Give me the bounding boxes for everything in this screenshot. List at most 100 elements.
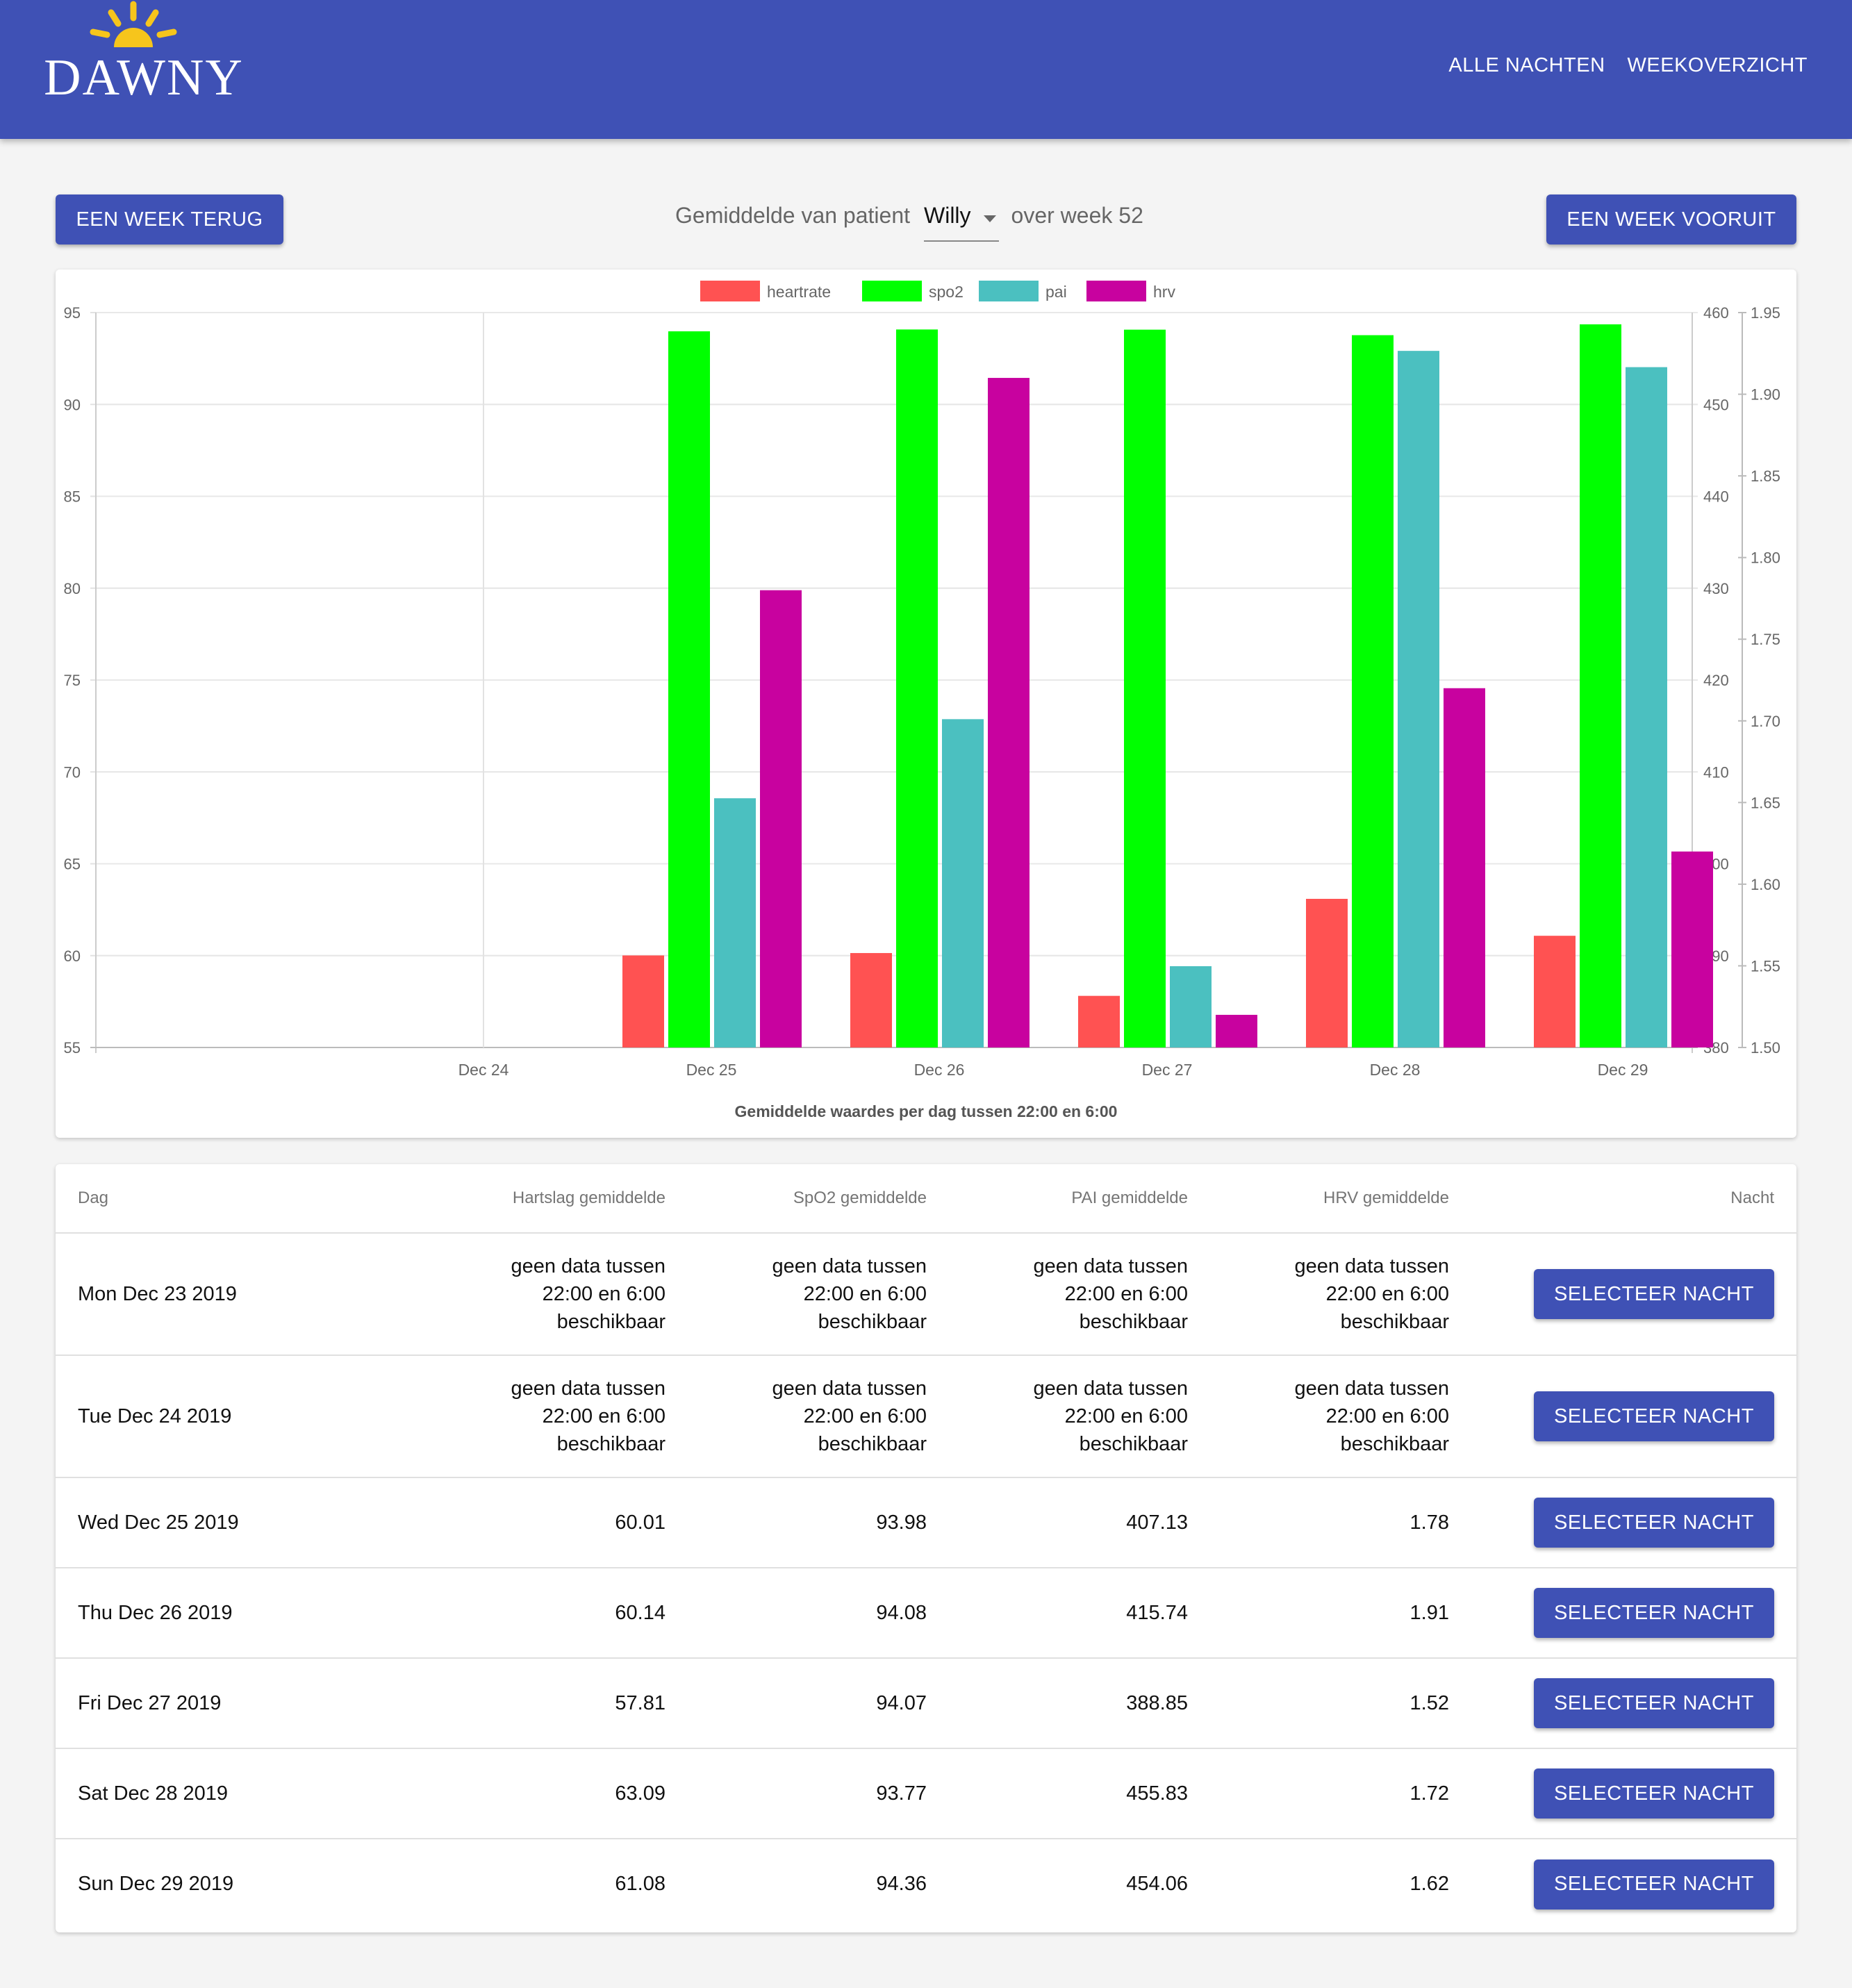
nav-weekoverzicht[interactable]: WEEKOVERZICHT xyxy=(1628,54,1808,77)
bar-hrv xyxy=(988,378,1030,1047)
main-nav: ALLE NACHTEN WEEKOVERZICHT xyxy=(1448,54,1808,77)
select-night-button[interactable]: SELECTEER NACHT xyxy=(1534,1859,1774,1910)
row-spo2: 94.07 xyxy=(665,1658,927,1749)
row-action: SELECTEER NACHT xyxy=(1449,1568,1796,1659)
row-spo2: 94.08 xyxy=(665,1568,927,1659)
legend-label-pai: pai xyxy=(1045,283,1067,301)
patient-select-value: Willy xyxy=(924,203,971,228)
table-header-row: Dag Hartslag gemiddelde SpO2 gemiddelde … xyxy=(56,1164,1796,1234)
bar-heartrate xyxy=(1078,995,1120,1047)
legend-swatch-spo2 xyxy=(862,281,922,301)
legend-swatch-pai xyxy=(979,281,1039,301)
nodata-line: 22:00 en 6:00 xyxy=(803,1283,927,1305)
header-spo2: SpO2 gemiddelde xyxy=(665,1164,927,1234)
x-tick-label: Dec 27 xyxy=(1142,1061,1193,1079)
bar-pai xyxy=(714,798,756,1047)
y-left-tick: 65 xyxy=(64,856,81,873)
bar-pai xyxy=(942,719,984,1047)
y-left-tick: 75 xyxy=(64,672,81,689)
nodata-line: geen data tussen xyxy=(1294,1255,1449,1277)
x-tick-label: Dec 29 xyxy=(1598,1061,1648,1079)
bar-spo2 xyxy=(896,329,938,1047)
select-night-button[interactable]: SELECTEER NACHT xyxy=(1534,1391,1774,1441)
row-hr-nodata: geen data tussen 22:00 en 6:00 beschikbaar xyxy=(382,1233,665,1356)
row-pai: 388.85 xyxy=(927,1658,1188,1749)
row-hr: 61.08 xyxy=(615,1873,665,1895)
legend-label-hrv: hrv xyxy=(1153,283,1175,301)
nights-table-card: Dag Hartslag gemiddelde SpO2 gemiddelde … xyxy=(56,1164,1796,1932)
row-pai: 454.06 xyxy=(1126,1873,1188,1895)
row-pai-nodata: geen data tussen 22:00 en 6:00 beschikbaar xyxy=(927,1355,1188,1478)
chart-title: Gemiddelde waardes per dag tussen 22:00 … xyxy=(735,1102,1118,1120)
y-right2-tick: 1.75 xyxy=(1751,631,1780,648)
logo[interactable]: DAWNY xyxy=(43,0,251,111)
y-right2-tick: 1.80 xyxy=(1751,549,1780,567)
bar-pai xyxy=(1626,367,1667,1047)
y-right2-tick: 1.70 xyxy=(1751,713,1780,730)
week-forward-button[interactable]: EEN WEEK VOORUIT xyxy=(1546,194,1796,245)
logo-text: DAWNY xyxy=(44,49,244,106)
nodata-line: beschikbaar xyxy=(818,1433,927,1455)
row-hrv-nodata: geen data tussen 22:00 en 6:00 beschikbaar xyxy=(1188,1355,1449,1478)
row-hrv: 1.52 xyxy=(1188,1658,1449,1749)
bar-hrv xyxy=(760,590,802,1047)
week-back-button[interactable]: EEN WEEK TERUG xyxy=(56,194,283,245)
select-night-button[interactable]: SELECTEER NACHT xyxy=(1534,1769,1774,1819)
select-night-button[interactable]: SELECTEER NACHT xyxy=(1534,1498,1774,1548)
nodata-line: geen data tussen xyxy=(511,1377,665,1400)
y-right2-tick: 1.95 xyxy=(1751,304,1780,322)
row-pai: 415.74 xyxy=(927,1568,1188,1659)
row-spo2: 93.77 xyxy=(665,1748,927,1839)
x-tick-label: Dec 26 xyxy=(914,1061,965,1079)
y-right2-tick: 1.65 xyxy=(1751,794,1780,811)
bar-spo2 xyxy=(668,331,710,1047)
select-night-button[interactable]: SELECTEER NACHT xyxy=(1534,1588,1774,1638)
legend-swatch-heartrate xyxy=(700,281,760,301)
app-bar: DAWNY ALLE NACHTEN WEEKOVERZICHT xyxy=(0,0,1852,139)
header-nacht: Nacht xyxy=(1449,1164,1796,1234)
table-row: Sun Dec 29 2019 61.08 94.36 454.06 1.62 SELEC… xyxy=(56,1839,1796,1929)
row-action: SELECTEER NACHT xyxy=(1449,1233,1796,1356)
nodata-line: geen data tussen xyxy=(511,1255,665,1277)
bar-spo2 xyxy=(1352,335,1394,1048)
x-tick-label: Dec 24 xyxy=(458,1061,509,1079)
nodata-line: 22:00 en 6:00 xyxy=(1064,1405,1188,1427)
row-action: SELECTEER NACHT xyxy=(1449,1839,1796,1929)
bar-pai xyxy=(1170,966,1212,1047)
row-spo2: 93.98 xyxy=(665,1477,927,1568)
row-action: SELECTEER NACHT xyxy=(1449,1355,1796,1478)
table-row: Wed Dec 25 2019 60.01 93.98 407.13 1.78 SELEC… xyxy=(56,1477,1796,1568)
bar-spo2 xyxy=(1124,329,1166,1047)
subtitle-suffix: over week 52 xyxy=(1011,203,1143,228)
row-day: Sun Dec 29 2019 xyxy=(78,1873,234,1895)
y-left-tick: 60 xyxy=(64,947,81,965)
y-left-tick: 85 xyxy=(64,488,81,506)
row-hr-nodata: geen data tussen 22:00 en 6:00 beschikbaar xyxy=(382,1355,665,1478)
nodata-line: 22:00 en 6:00 xyxy=(803,1405,927,1427)
row-hr: 57.81 xyxy=(382,1658,665,1749)
row-hrv-nodata: geen data tussen 22:00 en 6:00 beschikbaar xyxy=(1188,1233,1449,1356)
row-hr: 60.14 xyxy=(382,1568,665,1659)
nodata-line: 22:00 en 6:00 xyxy=(1325,1283,1449,1305)
y-right1-tick: 440 xyxy=(1703,488,1729,506)
nodata-line: 22:00 en 6:00 xyxy=(542,1405,665,1427)
y-right1-tick: 430 xyxy=(1703,580,1729,597)
table-row: Sat Dec 28 2019 63.09 93.77 455.83 1.72 SELEC… xyxy=(56,1748,1796,1839)
row-day: Mon Dec 23 2019 xyxy=(56,1233,382,1356)
y-left-tick: 95 xyxy=(64,304,81,322)
nodata-line: beschikbaar xyxy=(556,1311,665,1333)
row-day: Fri Dec 27 2019 xyxy=(56,1658,382,1749)
nodata-line: beschikbaar xyxy=(1079,1311,1188,1333)
nodata-line: geen data tussen xyxy=(772,1255,927,1277)
bar-heartrate xyxy=(1306,899,1348,1047)
patient-select[interactable]: Willy xyxy=(924,203,999,242)
row-day: Wed Dec 25 2019 xyxy=(56,1477,382,1568)
select-night-button[interactable]: SELECTEER NACHT xyxy=(1534,1678,1774,1728)
select-night-button[interactable]: SELECTEER NACHT xyxy=(1534,1269,1774,1319)
nodata-line: geen data tussen xyxy=(1294,1377,1449,1400)
legend-label-heartrate: heartrate xyxy=(767,283,831,301)
nodata-line: 22:00 en 6:00 xyxy=(1325,1405,1449,1427)
y-left-tick: 80 xyxy=(64,580,81,597)
bar-heartrate xyxy=(622,955,664,1047)
nav-alle-nachten[interactable]: ALLE NACHTEN xyxy=(1448,54,1605,77)
